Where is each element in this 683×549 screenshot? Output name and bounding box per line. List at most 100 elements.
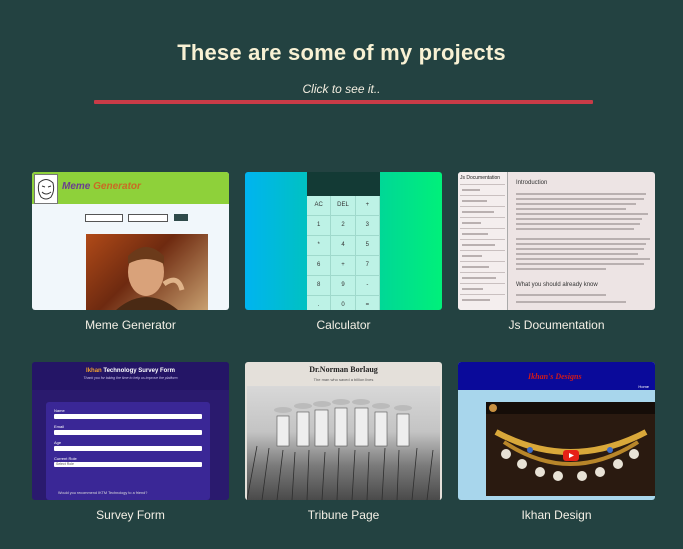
docs-nav-item [460,283,505,294]
calculator-key: 3 [355,216,380,236]
docs-sidebar: Js Documentation [458,172,508,310]
project-caption[interactable]: Calculator [245,318,442,332]
calculator-key: - [355,276,380,296]
docs-line [516,243,646,245]
title-divider [94,100,593,104]
docs-heading: Introduction [516,180,548,186]
survey-field-input [54,446,202,451]
survey-field-input [54,430,202,435]
calculator-key: 5 [355,236,380,256]
calculator-body: AC DEL +1 2 3 * 4 5 6 +7 8 9-. 0 = [307,172,380,310]
project-card-survey-form[interactable]: Ikhan Technology Survey Form Thank you f… [32,362,229,522]
calculator-key: 2 [331,216,356,236]
calculator-key: + [331,256,356,276]
calculator-key: AC [307,196,332,216]
docs-line [516,223,640,225]
docs-nav-item [460,272,505,283]
project-card-ikhan-design[interactable]: Ikhan's Designs Home Ikhan Design [458,362,655,522]
js-documentation-thumbnail[interactable]: Js Documentation Introduction What you s… [458,172,655,310]
docs-line [516,228,634,230]
survey-title-accent: Ikhan [86,368,102,374]
calculator-key: 8 [307,276,332,296]
docs-nav-item [460,206,505,217]
page-title: These are some of my projects [177,40,506,65]
calculator-key: 9 [331,276,356,296]
bottom-text-input [128,214,168,222]
calculator-thumbnail[interactable]: AC DEL +1 2 3 * 4 5 6 +7 8 9-. 0 = [245,172,442,310]
project-caption[interactable]: Js Documentation [458,318,655,332]
docs-line [516,263,644,265]
calculator-key: 4 [331,236,356,256]
docs-nav-list [458,184,507,305]
survey-form-thumbnail[interactable]: Ikhan Technology Survey Form Thank you f… [32,362,229,500]
docs-subheading: What you should already know [516,282,598,288]
calculator-key: DEL [331,196,356,216]
docs-line [516,198,644,200]
docs-nav-item [460,184,505,195]
calculator-key: 6 [307,256,332,276]
page-subtitle: Click to see it.. [302,82,381,96]
docs-line [516,238,650,240]
meme-image [86,234,208,310]
survey-role-value: Select Role [56,462,74,466]
docs-line [516,218,642,220]
docs-line [516,258,650,260]
docs-sidebar-title: Js Documentation [460,175,501,181]
survey-tagline: Thank you for taking the time to help us… [83,376,178,380]
survey-form-panel: Name Email Age Current Role Select Role [46,402,210,500]
meme-generator-thumbnail[interactable]: Meme Generator [32,172,229,310]
survey-header: Ikhan Technology Survey Form Thank you f… [32,362,229,390]
docs-line [516,301,626,303]
survey-field-input: Select Role [54,462,202,467]
calculator-key: 0 [331,296,356,310]
meme-brand-word1: Meme [62,181,91,192]
tribune-heading: Dr.Norman Borlaug [309,365,378,374]
calculator-key: = [356,296,380,310]
survey-question: Would you recommend IKTM Technology to a… [58,491,148,495]
docs-line [516,253,638,255]
project-caption[interactable]: Survey Form [32,508,229,522]
calculator-key: 7 [355,256,380,276]
project-caption[interactable]: Tribune Page [245,508,442,522]
survey-title: Technology Survey Form [103,368,175,374]
docs-line [516,294,606,296]
calculator-key: + [355,196,380,216]
tribune-tagline: The man who saved a billion lives [313,377,374,382]
project-card-meme-generator[interactable]: Meme Generator Meme Generator [32,172,229,332]
project-card-calculator[interactable]: AC DEL +1 2 3 * 4 5 6 +7 8 9-. 0 = Calculator [245,172,442,332]
top-text-input [85,214,123,222]
troll-face-icon [34,174,58,204]
docs-nav-item [460,250,505,261]
docs-line [516,213,648,215]
docs-nav-item [460,239,505,250]
meme-brand-word2: Generator [93,181,141,192]
docs-body-text [516,190,650,273]
docs-nav-item [460,195,505,206]
project-caption[interactable]: Ikhan Design [458,508,655,522]
calculator-keypad: AC DEL +1 2 3 * 4 5 6 +7 8 9-. 0 = [307,196,380,310]
docs-line [516,193,646,195]
ikhan-design-thumbnail[interactable]: Ikhan's Designs Home [458,362,655,500]
project-caption[interactable]: Meme Generator [32,318,229,332]
calculator-display [307,172,380,196]
calculator-key: 1 [307,216,332,236]
generate-button [174,214,188,221]
ikhan-video [486,402,655,496]
docs-line [516,208,626,210]
survey-field-input [54,414,202,419]
project-card-js-documentation[interactable]: Js Documentation Introduction What you s… [458,172,655,332]
borlaug-photo [247,386,440,500]
calculator-key: * [307,236,332,256]
docs-line [516,268,606,270]
ikhan-nav-home: Home [638,384,649,389]
youtube-play-icon [563,450,579,461]
calculator-key: . [307,296,332,310]
survey-fields: Name Email Age Current Role Select Role [46,402,210,467]
project-card-tribune-page[interactable]: Dr.Norman Borlaug The man who saved a bi… [245,362,442,522]
ikhan-logo: Ikhan's Designs [528,372,582,381]
docs-nav-item [460,294,505,305]
tribune-page-thumbnail[interactable]: Dr.Norman Borlaug The man who saved a bi… [245,362,442,500]
docs-nav-item [460,261,505,272]
docs-line [516,203,636,205]
docs-line [516,248,644,250]
